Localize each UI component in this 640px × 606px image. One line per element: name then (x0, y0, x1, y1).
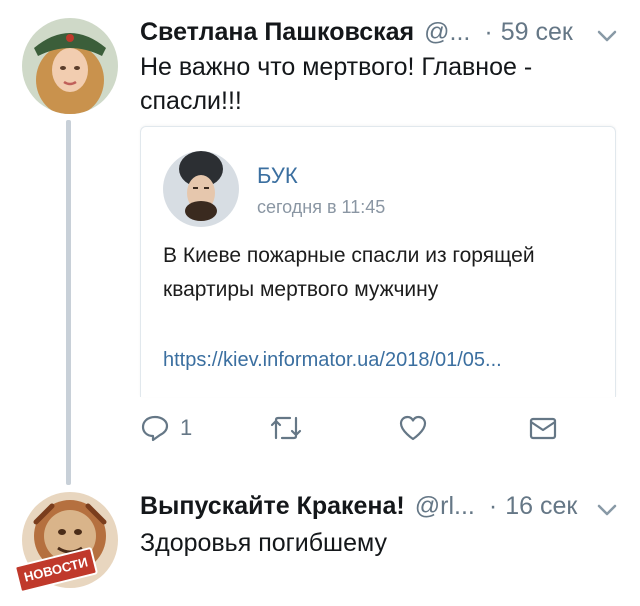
author-name[interactable]: Светлана Пашковская (140, 18, 414, 47)
quoted-card[interactable]: БУК сегодня в 11:45 В Киеве пожарные спа… (140, 126, 616, 397)
separator-dot: · (488, 492, 498, 520)
direct-message-button[interactable] (528, 414, 558, 442)
timestamp[interactable]: 59 сек (501, 18, 573, 47)
separator-dot: · (484, 18, 493, 46)
heart-icon (399, 415, 427, 441)
reply-icon (141, 415, 169, 442)
tweet-text-line: Не важно что мертвого! Главное - (140, 53, 533, 81)
tweet-text-line: спасли!!! (140, 87, 242, 115)
tweet-text: Здоровья погибшему (140, 529, 387, 557)
envelope-icon (529, 417, 557, 440)
tweet-header: Выпускайте Кракена! @rl... · 16 сек (140, 492, 577, 521)
tweet-text: Не важно что мертвого! Главное - спасли!… (140, 50, 532, 118)
quoted-link[interactable]: https://kiev.informator.ua/2018/01/05... (163, 349, 502, 372)
retweet-icon (270, 416, 302, 440)
quoted-source[interactable]: БУК (257, 163, 298, 189)
thread-line (66, 120, 71, 485)
reply-button[interactable]: 1 (140, 414, 192, 442)
chevron-down-icon[interactable] (596, 502, 618, 518)
avatar[interactable] (163, 151, 239, 227)
author-handle[interactable]: @rl... (415, 492, 475, 521)
author-handle[interactable]: @... (424, 18, 470, 47)
reply-count: 1 (180, 415, 193, 440)
avatar[interactable] (22, 18, 118, 114)
timestamp[interactable]: 16 сек (505, 492, 577, 521)
quoted-timestamp: сегодня в 11:45 (257, 197, 386, 217)
author-name[interactable]: Выпускайте Кракена! (140, 492, 405, 521)
quoted-text-line: В Киеве пожарные спасли из горящей (163, 244, 535, 267)
quoted-text: В Киеве пожарные спасли из горящей кварт… (163, 239, 603, 307)
like-button[interactable] (398, 414, 428, 442)
tweet-header: Светлана Пашковская @... · 59 сек (140, 18, 573, 47)
retweet-button[interactable] (268, 414, 304, 442)
quoted-text-line: квартиры мертвого мужчину (163, 278, 439, 301)
chevron-down-icon[interactable] (596, 28, 618, 44)
